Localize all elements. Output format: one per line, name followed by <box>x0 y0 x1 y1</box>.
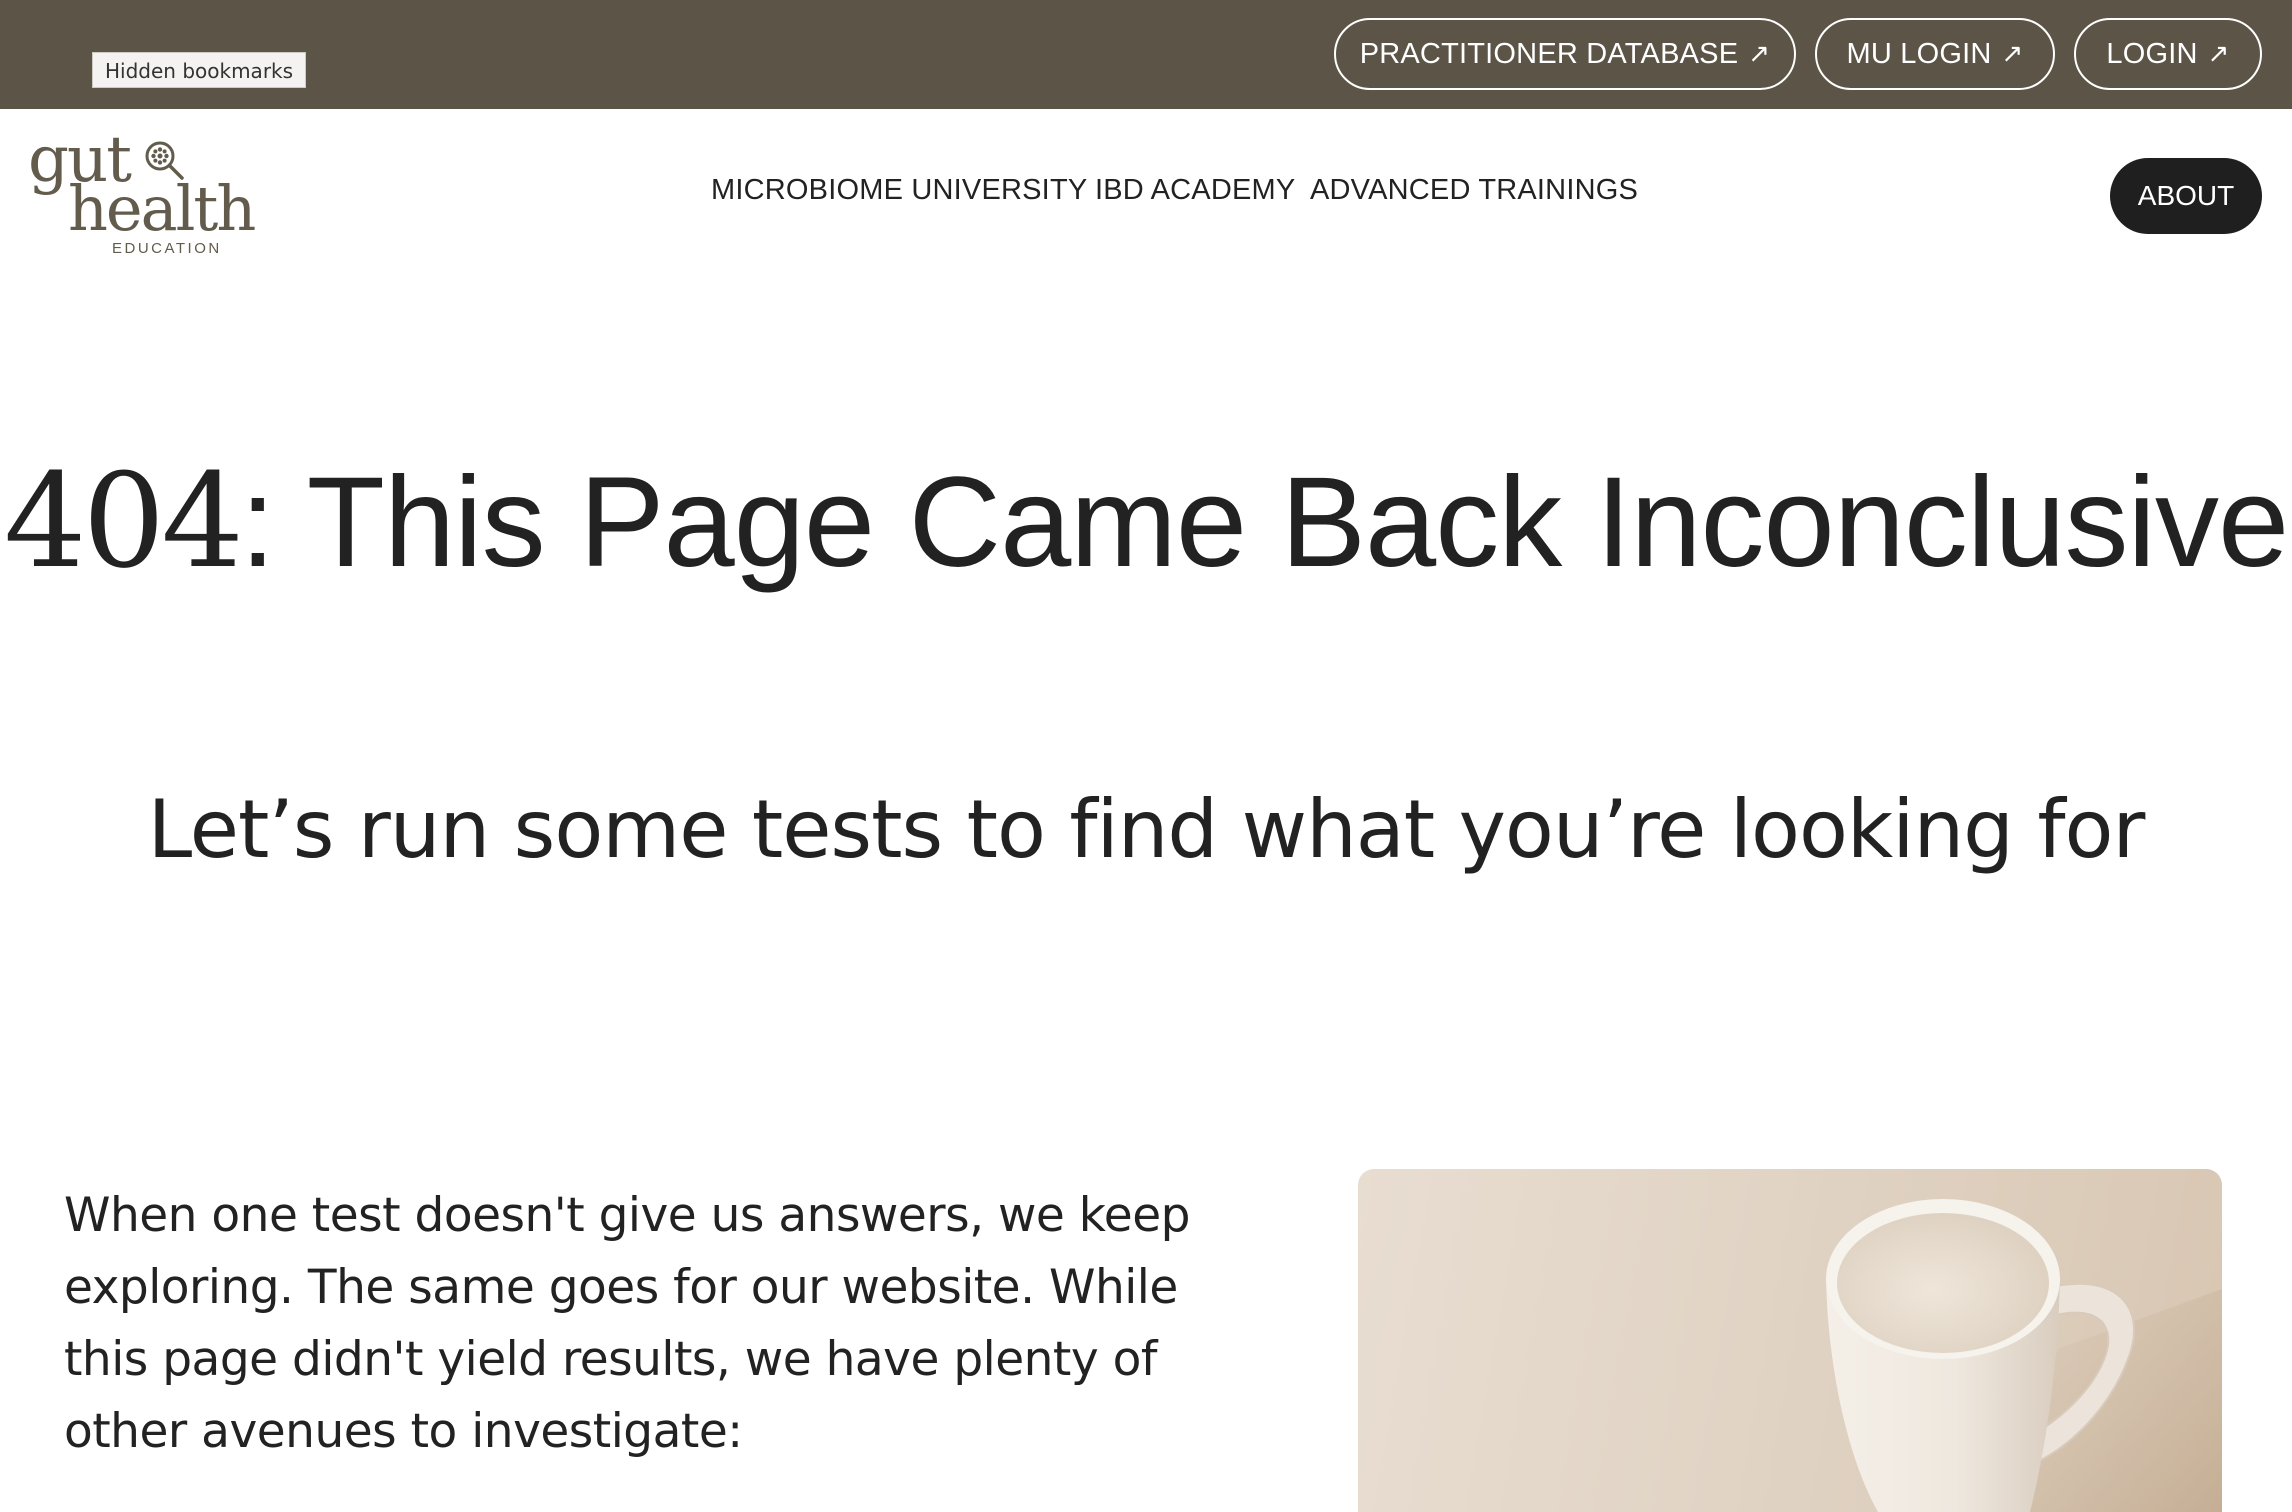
external-arrow-icon: ↗ <box>1748 39 1771 69</box>
hidden-bookmarks-label[interactable]: Hidden bookmarks <box>92 52 307 88</box>
logo-word-education: EDUCATION <box>112 240 222 257</box>
white-mug-illustration <box>1826 1199 2222 1512</box>
mug-photo <box>1358 1169 2222 1512</box>
intro-paragraph: When one test doesn't give us answers, w… <box>64 1188 1190 1459</box>
about-button[interactable]: ABOUT <box>2110 158 2262 234</box>
nav-item-microbiome-university[interactable]: MICROBIOME UNIVERSITY <box>711 174 1087 207</box>
external-arrow-icon: ↗ <box>2001 39 2024 69</box>
top-utility-bar: Hidden bookmarks PRACTITIONER DATABASE ↗… <box>0 0 2292 109</box>
practitioner-database-button[interactable]: PRACTITIONER DATABASE ↗ <box>1334 18 1796 90</box>
login-button[interactable]: LOGIN ↗ <box>2074 18 2262 90</box>
nav-item-ibd-academy[interactable]: IBD ACADEMY <box>1095 174 1295 207</box>
page-title-text: : This Page Came Back Inconclusive <box>239 451 2289 594</box>
error-code: 404 <box>3 445 244 597</box>
login-label: LOGIN <box>2106 37 2198 70</box>
mu-login-label: MU LOGIN <box>1846 37 1992 70</box>
page-subtitle: Let’s run some tests to find what you’re… <box>147 783 2146 876</box>
main-navigation: MICROBIOME UNIVERSITY IBD ACADEMY ADVANC… <box>0 174 2292 214</box>
practitioner-database-label: PRACTITIONER DATABASE <box>1359 37 1739 70</box>
mu-login-button[interactable]: MU LOGIN ↗ <box>1815 18 2055 90</box>
external-arrow-icon: ↗ <box>2207 39 2230 69</box>
page-title: 404: This Page Came Back Inconclusive <box>0 448 2292 596</box>
nav-item-advanced-trainings[interactable]: ADVANCED TRAININGS <box>1310 174 1638 207</box>
